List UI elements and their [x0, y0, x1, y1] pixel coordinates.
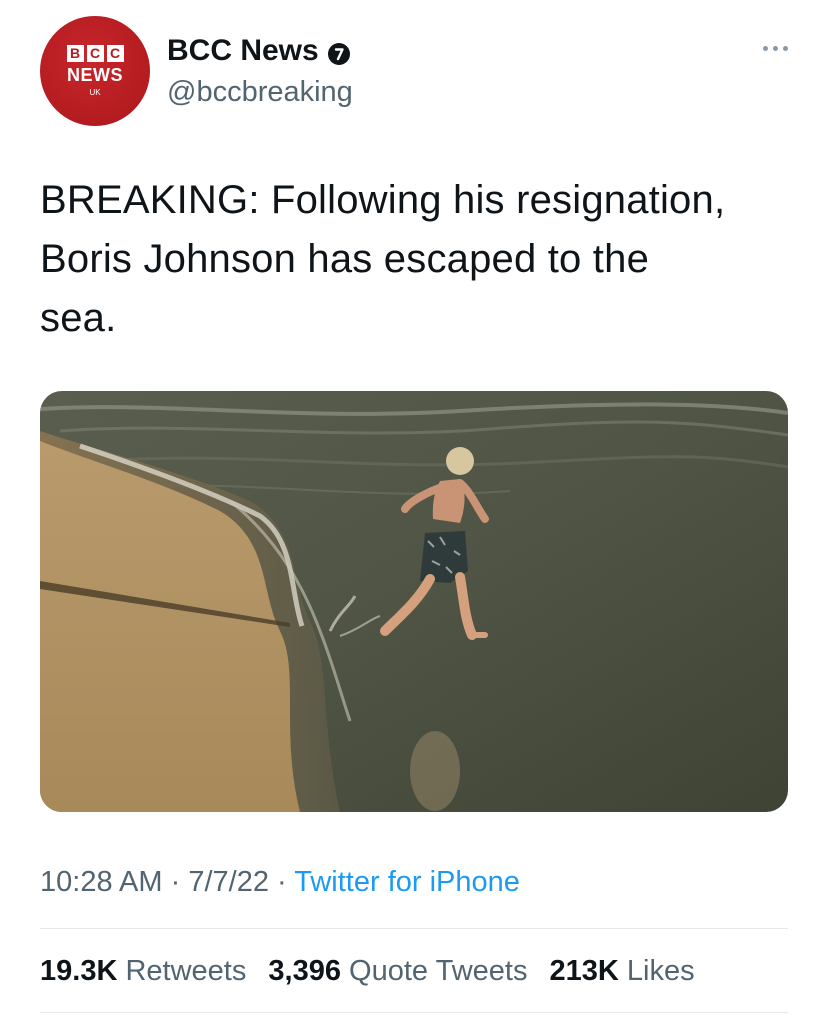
tweet-text: BREAKING: Following his resignation, Bor… [40, 171, 800, 348]
retweets-count: 19.3K [40, 955, 118, 987]
tweet-meta: 10:28 AM · 7/7/22 · Twitter for iPhone [40, 862, 520, 902]
retweets-stat[interactable]: 19.3K Retweets [40, 951, 246, 991]
likes-count: 213K [549, 955, 619, 987]
avatar[interactable]: B C C NEWS UK [40, 16, 150, 126]
account-name-text: BCC News [167, 34, 319, 67]
beach-photo [40, 391, 788, 812]
avatar-block-1: B [66, 45, 84, 62]
tweet-time[interactable]: 10:28 AM [40, 866, 163, 898]
tweet-text-line: Boris Johnson has escaped to the [40, 237, 650, 281]
more-dot [783, 45, 788, 51]
avatar-news-text: NEWS [67, 65, 123, 85]
tweet-source-link[interactable]: Twitter for iPhone [294, 866, 520, 898]
avatar-block-2: C [86, 45, 104, 62]
avatar-block-3: C [106, 45, 124, 62]
more-options-icon[interactable] [748, 38, 788, 58]
avatar-uk-text: UK [89, 88, 101, 97]
meta-separator: · [170, 866, 181, 898]
verified-badge-icon [327, 39, 351, 65]
tweet-text-line: sea. [40, 296, 117, 340]
quote-tweets-count: 3,396 [268, 955, 341, 987]
avatar-logo-blocks: B C C [66, 45, 124, 62]
meta-separator: · [277, 866, 287, 898]
more-dot [773, 45, 778, 51]
likes-stat[interactable]: 213K Likes [550, 951, 695, 991]
divider [40, 928, 788, 929]
quote-tweets-stat[interactable]: 3,396 Quote Tweets [268, 951, 527, 991]
tweet-media-photo[interactable] [40, 391, 788, 812]
likes-label: Likes [626, 955, 695, 987]
tweet-date[interactable]: 7/7/22 [188, 866, 269, 898]
account-handle[interactable]: @bccbreaking [167, 74, 353, 110]
retweets-label: Retweets [125, 955, 247, 987]
quote-tweets-label: Quote Tweets [349, 955, 528, 987]
divider [40, 1012, 788, 1013]
account-name[interactable]: BCC News [167, 33, 351, 69]
tweet-text-line: BREAKING: Following his resignation, [40, 178, 726, 222]
tweet-stats: 19.3K Retweets 3,396 Quote Tweets 213K L… [40, 951, 709, 991]
more-dot [763, 45, 768, 51]
